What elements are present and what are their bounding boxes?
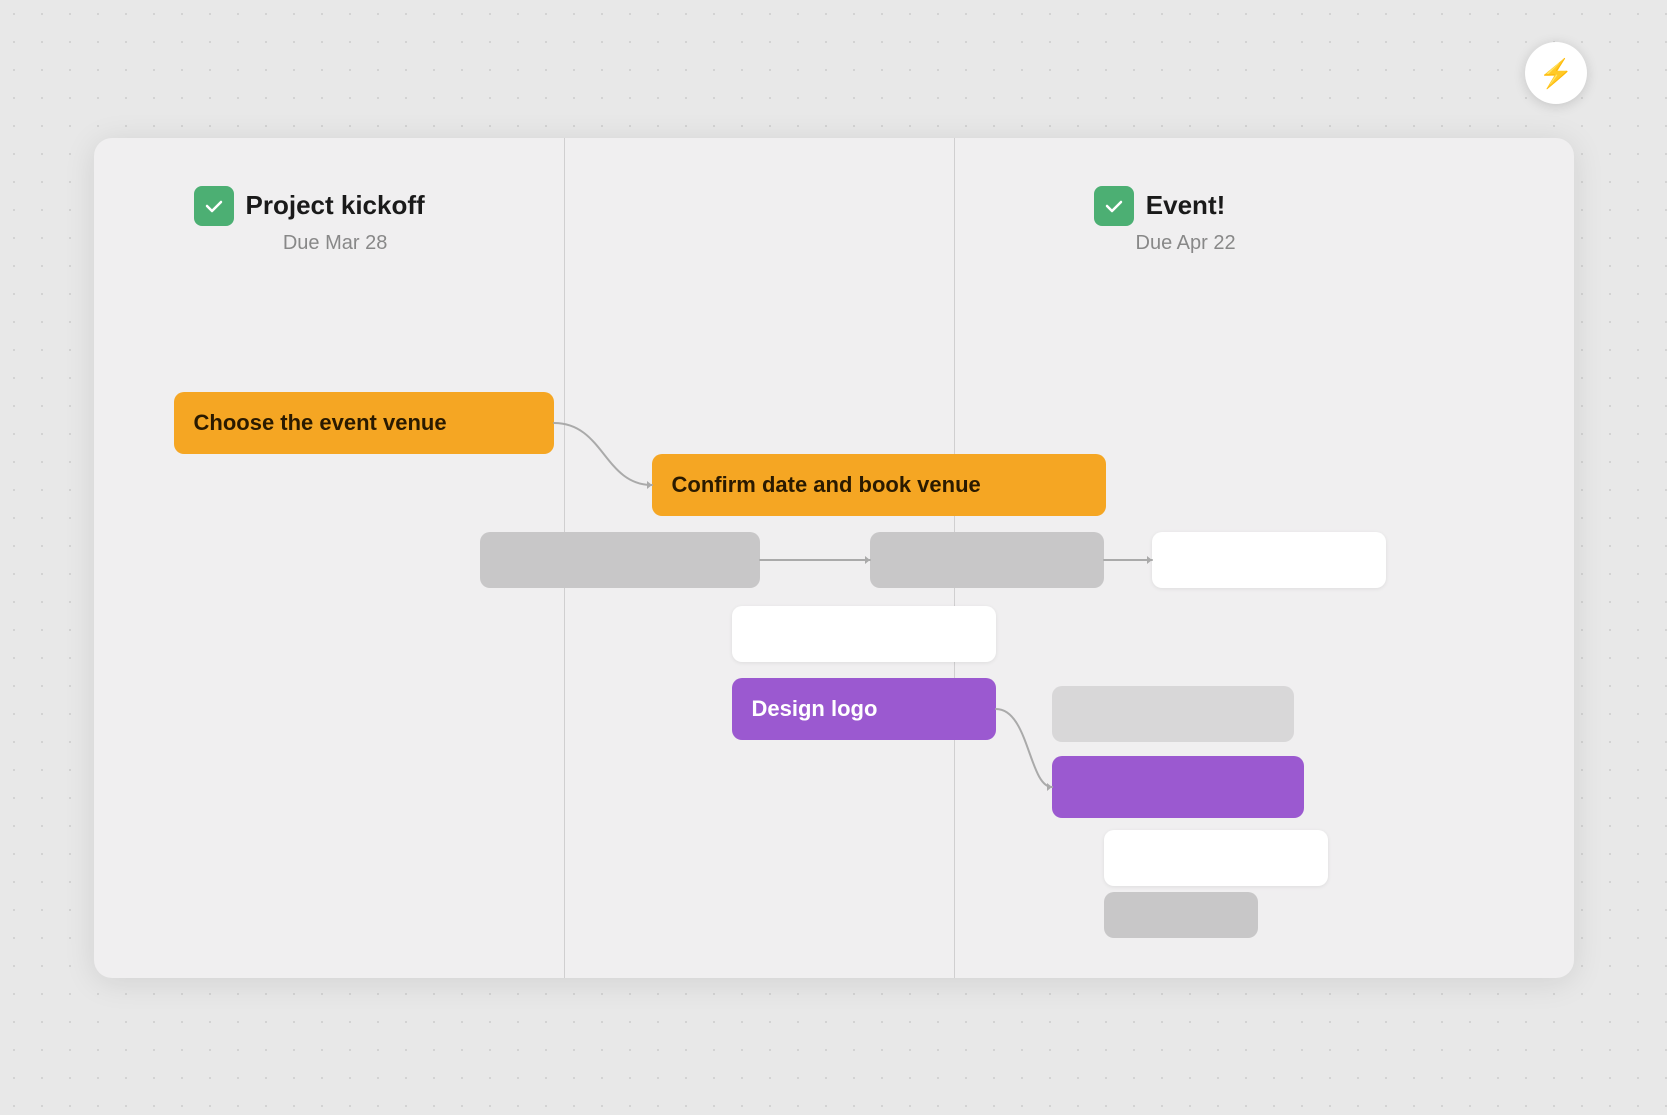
lightning-icon: ⚡	[1539, 57, 1574, 90]
milestone-date-kickoff: Due Mar 28	[283, 232, 388, 255]
task-purple-wide[interactable]	[1052, 756, 1304, 818]
milestone-title-event: Event!	[1146, 190, 1225, 221]
milestone-title-kickoff: Project kickoff	[246, 190, 425, 221]
task-design-logo[interactable]: Design logo	[732, 678, 996, 740]
milestone-icon-event	[1094, 186, 1134, 226]
lightning-button[interactable]: ⚡	[1525, 42, 1587, 104]
milestone-date-event: Due Apr 22	[1136, 232, 1236, 255]
milestone-project-kickoff: Project kickoff Due Mar 28	[194, 186, 425, 255]
milestone-event: Event! Due Apr 22	[1084, 186, 1236, 255]
task-white-2[interactable]	[732, 606, 996, 662]
task-gray-1[interactable]	[480, 532, 760, 588]
task-choose-venue[interactable]: Choose the event venue	[174, 392, 554, 454]
task-confirm-venue[interactable]: Confirm date and book venue	[652, 454, 1106, 516]
task-white-1[interactable]	[1152, 532, 1386, 588]
task-gray-small[interactable]	[1104, 892, 1258, 938]
main-card: Project kickoff Due Mar 28 Event! Due Ap…	[94, 138, 1574, 978]
task-white-3[interactable]	[1104, 830, 1328, 886]
milestone-icon-kickoff	[194, 186, 234, 226]
task-gray-2[interactable]	[870, 532, 1104, 588]
task-light-gray[interactable]	[1052, 686, 1294, 742]
